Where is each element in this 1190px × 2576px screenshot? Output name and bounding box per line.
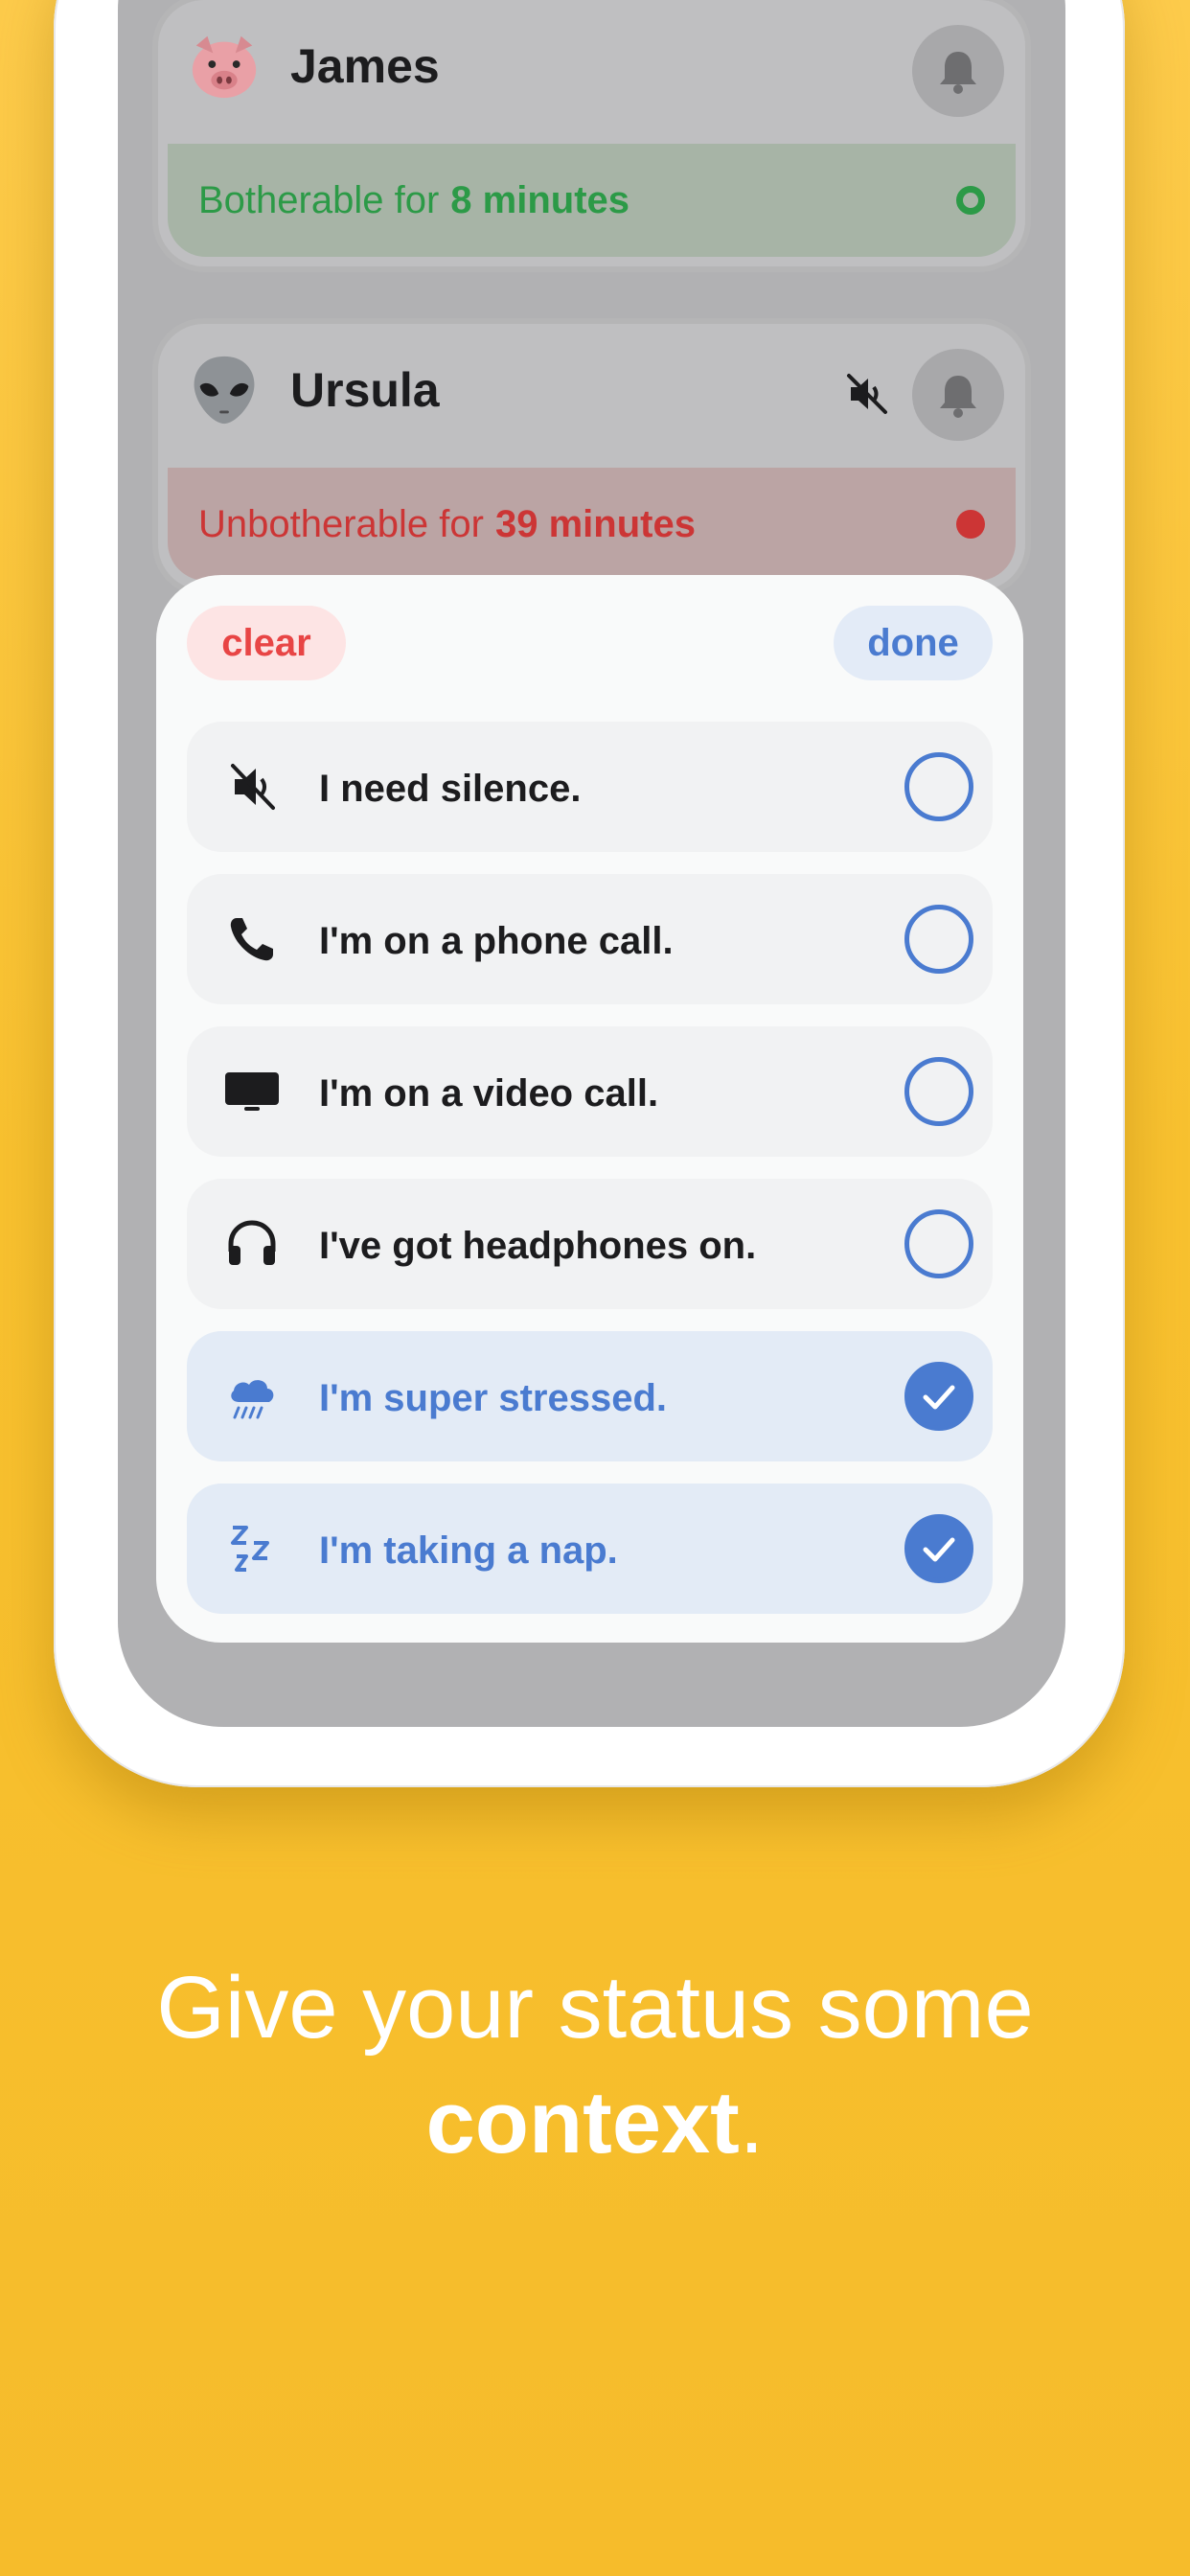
status-dot-green	[956, 186, 985, 215]
option-super-stressed[interactable]: I'm super stressed.	[187, 1331, 993, 1461]
option-headphones[interactable]: I've got headphones on.	[187, 1179, 993, 1309]
person-card-james[interactable]: James Botherable for 8 minutes	[158, 0, 1025, 266]
phone-icon	[230, 918, 273, 961]
person-name: Ursula	[290, 363, 440, 417]
status-duration: 8 minutes	[450, 178, 629, 221]
option-video-call[interactable]: I'm on a video call.	[187, 1026, 993, 1157]
clear-button[interactable]: clear	[187, 606, 346, 680]
radio-checked[interactable]	[904, 1362, 973, 1431]
option-label: I'm on a video call.	[319, 1072, 659, 1115]
caption-line-2: context.	[0, 2065, 1190, 2180]
speaker-muted-icon	[847, 374, 887, 414]
card-header: James	[158, 0, 1025, 144]
bell-icon	[940, 52, 976, 94]
notify-button[interactable]	[912, 349, 1004, 441]
zzz-icon	[231, 1526, 269, 1572]
option-taking-nap[interactable]: I'm taking a nap.	[187, 1484, 993, 1614]
radio-checked[interactable]	[904, 1514, 973, 1583]
status-dot-red	[956, 510, 985, 539]
option-label: I'm taking a nap.	[319, 1530, 618, 1572]
bell-icon	[940, 376, 976, 418]
cloud-rain-icon	[231, 1380, 274, 1419]
status-prefix: Unbotherable for	[198, 502, 484, 545]
checkmark-icon	[923, 1537, 955, 1562]
option-need-silence[interactable]: I need silence.	[187, 722, 993, 852]
option-label: I need silence.	[319, 768, 582, 810]
caption-emphasis: context	[425, 2074, 740, 2172]
headphones-icon	[228, 1220, 276, 1265]
context-sheet: clear done I need silence. I'm on a phon…	[156, 575, 1023, 1643]
pig-face-emoji	[192, 35, 257, 99]
checkmark-icon	[923, 1385, 955, 1410]
caption-punctuation: .	[739, 2074, 765, 2172]
marketing-caption: Give your status some context.	[0, 1950, 1190, 2180]
notify-button[interactable]	[912, 25, 1004, 117]
option-phone-call[interactable]: I'm on a phone call.	[187, 874, 993, 1004]
radio-unchecked[interactable]	[904, 752, 973, 821]
status-duration: 39 minutes	[494, 502, 696, 545]
status-banner: Botherable for 8 minutes	[168, 144, 1016, 257]
done-button[interactable]: done	[834, 606, 993, 680]
option-label: I'm on a phone call.	[319, 920, 674, 962]
speaker-muted-icon	[231, 764, 275, 810]
card-header: Ursula	[158, 324, 1025, 468]
alien-emoji	[194, 356, 255, 425]
tv-icon	[225, 1072, 279, 1111]
caption-line-1: Give your status some	[156, 1959, 1034, 2057]
radio-unchecked[interactable]	[904, 1057, 973, 1126]
option-label: I've got headphones on.	[319, 1225, 757, 1267]
person-card-ursula[interactable]: Ursula Unbotherable for 39 minutes	[158, 324, 1025, 590]
option-label: I'm super stressed.	[319, 1377, 668, 1419]
person-name: James	[290, 39, 440, 93]
radio-unchecked[interactable]	[904, 1209, 973, 1278]
radio-unchecked[interactable]	[904, 905, 973, 974]
status-banner: Unbotherable for 39 minutes	[168, 468, 1016, 581]
status-prefix: Botherable for	[198, 178, 440, 221]
